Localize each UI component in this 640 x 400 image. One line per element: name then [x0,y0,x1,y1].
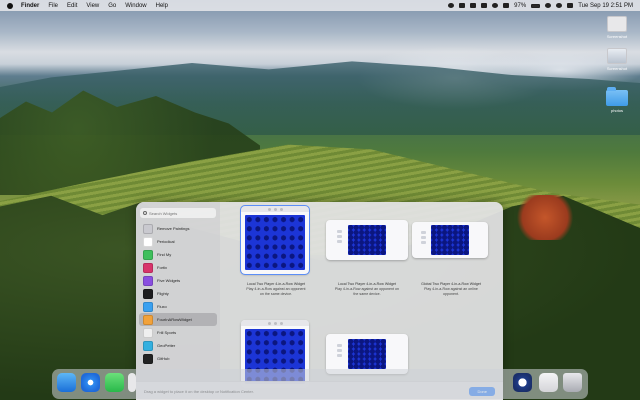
widget-preview-medium[interactable] [326,220,408,260]
player-controls [420,229,427,246]
player-controls [336,342,343,359]
folder-icon [606,87,628,106]
sidebar-app-label: Fortix [157,265,167,270]
finder-icon[interactable] [57,373,76,392]
app-list: Remove Paintings Periodical Find My Fortix F… [136,222,220,365]
status-icon[interactable] [459,3,466,8]
desktop-file[interactable]: Screenshot [604,48,630,71]
desktop-file-label: Screenshot [606,66,628,71]
widget-toolbar [241,206,309,212]
app-icon [143,288,153,299]
search-input[interactable] [149,210,209,216]
menu-edit[interactable]: Edit [67,3,77,9]
menu-bar: Finder File Edit View Go Window Help 97%… [0,0,640,11]
app-icon [143,236,153,247]
trash-icon[interactable] [563,373,582,392]
desktop-folder-label: photos [610,108,623,113]
spotlight-icon[interactable] [556,3,563,8]
menu-finder[interactable]: Finder [21,3,39,9]
game-board [431,225,469,255]
safari-icon[interactable] [81,373,100,392]
game-board [245,215,305,270]
widget-description: Play 4-in-a-Row against an opponent on t… [334,287,400,296]
battery-percent: 97% [514,2,527,9]
sidebar-app-item[interactable]: GitHub [139,352,217,365]
sidebar-app-item[interactable]: Find My [139,248,217,261]
wallpaper-autumn-tree [515,195,575,240]
app-icon [143,301,153,312]
sidebar-app-label: Remove Paintings [157,226,190,231]
app-icon [143,314,153,325]
search-field[interactable] [140,208,216,218]
sidebar-app-label: FourInARowWidget [157,317,192,322]
menu-view[interactable]: View [86,3,99,9]
wifi-icon[interactable] [545,3,552,8]
sidebar-app-item[interactable]: GeoPetter [139,339,217,352]
app-icon [143,223,153,234]
widget-preview-large[interactable] [240,205,310,275]
password-app-icon[interactable] [513,373,532,392]
control-center-icon[interactable] [567,3,574,8]
widget-description: Play 4-in-a-Row against an opponent on t… [246,287,306,296]
status-icon[interactable] [481,3,488,8]
sidebar-app-item[interactable]: Remove Paintings [139,222,217,235]
car-icon[interactable] [470,3,477,8]
game-board [348,339,386,369]
widget-caption: Local Two Player 4-in-a-Row Widget Play … [244,282,308,297]
sidebar-app-label: Periodical [157,239,175,244]
widget-preview-medium[interactable] [412,222,488,258]
app-icon [143,262,153,273]
sidebar-app-label: GeoPetter [157,343,176,348]
sidebar-app-item[interactable]: FourInARowWidget [139,313,217,326]
menu-window[interactable]: Window [125,3,146,9]
app-icon [143,249,153,260]
sidebar-app-label: Five Widgets [157,278,181,283]
sidebar-app-item[interactable]: Five Widgets [139,274,217,287]
desktop-folder[interactable]: photos [604,87,630,113]
sidebar-app-label: GitHub [157,356,170,361]
widget-caption: Global Two Player 4-in-a-Row Widget Play… [416,282,486,297]
sidebar-app-label: Flighty [157,291,169,296]
player-controls [336,228,343,245]
widget-caption: Local Two Player 4-in-a-Row Widget Play … [332,282,402,297]
sidebar-app-label: Find My [157,252,172,257]
messages-icon[interactable] [105,373,124,392]
screenshot-thumbnail-icon [607,48,627,64]
sidebar-app-item[interactable]: Fluxo [139,300,217,313]
app-icon[interactable] [128,373,136,392]
app-icon [143,340,153,351]
sidebar-app-item[interactable]: Fortix [139,261,217,274]
widget-toolbar [241,320,309,326]
status-icon[interactable] [448,3,455,8]
desktop-file-label: Screenshot [606,34,628,39]
menu-help[interactable]: Help [156,3,168,9]
app-icon [143,327,153,338]
sidebar-app-item[interactable]: Flighty [139,287,217,300]
apple-menu-icon[interactable] [7,2,13,9]
sidebar-app-label: Fluxo [157,304,167,309]
app-icon [143,353,153,364]
screenshot-thumbnail-icon [607,16,627,32]
document-icon[interactable] [539,373,558,392]
app-icon [143,275,153,286]
search-icon [143,211,147,215]
sidebar-app-item[interactable]: Periodical [139,235,217,248]
menu-file[interactable]: File [48,3,58,9]
clock[interactable]: Tue Sep 19 2:51 PM [578,3,633,9]
sidebar-app-item[interactable]: Frill Sports [139,326,217,339]
menu-go[interactable]: Go [108,3,116,9]
widget-description: Play 4-in-a-Row against an online oppone… [424,287,478,296]
display-icon[interactable] [503,3,510,8]
game-board [348,225,386,255]
status-area: 97% Tue Sep 19 2:51 PM [448,3,640,9]
widget-preview-medium[interactable] [326,334,408,374]
desktop-file[interactable]: Screenshot [604,16,630,39]
status-icon[interactable] [492,3,499,8]
sidebar-app-label: Frill Sports [157,330,177,335]
battery-icon[interactable] [531,3,541,8]
